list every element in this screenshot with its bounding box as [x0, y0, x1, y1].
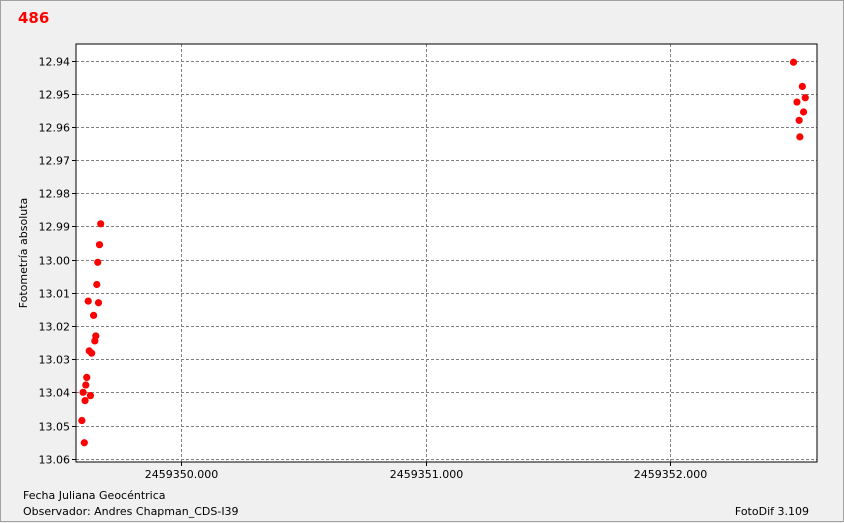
observer-label: Observador: Andres Chapman_CDS-I39: [23, 505, 239, 518]
x-axis-label: Fecha Juliana Geocéntrica: [23, 489, 166, 502]
data-point: [79, 388, 87, 396]
y-tick-label: 12.94: [39, 56, 71, 69]
y-tick-label: 13.01: [39, 288, 71, 301]
data-point: [83, 373, 91, 382]
plot-svg: 12.94 12.95 12.96 12.97 12.98 12.99 13.00 13.01…: [17, 43, 818, 481]
y-tick-label: 12.99: [39, 221, 71, 234]
data-point: [92, 332, 100, 340]
y-tick-label: 13.06: [39, 454, 71, 467]
y-axis: 12.94 12.95 12.96 12.97 12.98 12.99 13.00 13.01…: [39, 56, 76, 467]
software-label: FotoDif 3.109: [734, 505, 809, 518]
data-point: [88, 349, 96, 357]
data-point: [801, 94, 809, 102]
y-tick-label: 13.02: [39, 321, 71, 334]
y-tick-label: 12.96: [39, 122, 71, 135]
x-tick-label: 2459352.000: [634, 468, 707, 481]
data-point: [789, 58, 798, 66]
y-tick-label: 13.00: [39, 255, 71, 268]
data-point: [80, 439, 88, 447]
data-point: [97, 220, 105, 228]
data-point: [793, 98, 801, 106]
data-point: [795, 116, 803, 124]
x-axis: 2459350.000 2459351.000 2459352.000: [145, 462, 707, 481]
y-tick-label: 12.97: [39, 155, 71, 168]
data-point: [95, 241, 104, 249]
x-tick-label: 2459351.000: [390, 468, 463, 481]
y-tick-label: 13.05: [39, 421, 71, 434]
plot-area: [76, 44, 817, 462]
data-point: [93, 280, 101, 289]
data-point: [798, 82, 806, 91]
data-point: [796, 133, 804, 141]
y-tick-label: 13.03: [39, 354, 71, 367]
data-point: [78, 416, 86, 425]
data-point: [94, 258, 102, 266]
data-point: [84, 297, 92, 305]
data-point: [82, 381, 90, 389]
chart-window: 486 12.94 12.95 12.96 12.97 12.98 12.99 13.00 1…: [0, 0, 844, 522]
y-tick-label: 12.98: [39, 188, 71, 201]
data-point: [86, 392, 95, 400]
x-tick-label: 2459350.000: [145, 468, 218, 481]
data-point: [94, 299, 103, 307]
data-point: [799, 108, 808, 116]
data-point: [90, 311, 98, 319]
y-tick-label: 12.95: [39, 89, 71, 102]
data-point: [81, 397, 89, 405]
y-tick-label: 13.04: [39, 387, 71, 400]
y-axis-label: Fotometría absoluta: [17, 198, 30, 309]
